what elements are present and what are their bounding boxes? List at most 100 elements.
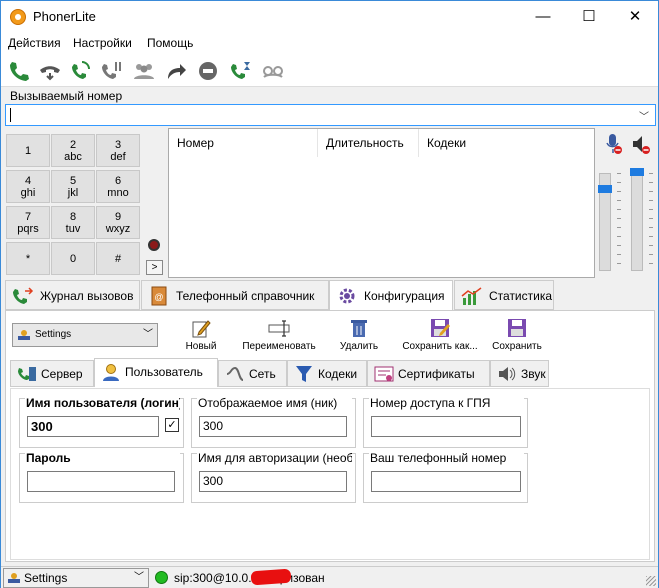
status-profile-select[interactable]: Settings ﹀	[3, 568, 149, 588]
keypad-digit: 5	[69, 175, 77, 187]
tab-sound[interactable]: Звук	[490, 360, 549, 387]
redaction-mark	[250, 568, 292, 586]
minimize-button[interactable]: —	[520, 1, 566, 32]
profile-select[interactable]: Settings ﹀	[12, 323, 158, 347]
tab-call-log[interactable]: Журнал вызовов	[5, 280, 140, 310]
save-profile-label: Сохранить	[492, 341, 542, 352]
dial-number-input[interactable]: ﹀	[5, 104, 656, 126]
rename-profile-button[interactable]: Переименовать	[239, 317, 319, 357]
tab-server-label: Сервер	[41, 367, 83, 381]
keypad-expand-button[interactable]: >	[146, 260, 163, 275]
statistics-chart-icon	[461, 287, 482, 305]
status-bar: Settings ﹀ sip:300@10.0. авторизован	[1, 566, 658, 588]
delete-profile-button[interactable]: Удалить	[319, 317, 399, 357]
calls-list[interactable]: Номер Длительность Кодеки	[168, 128, 595, 278]
keypad-key-3[interactable]: 3 def	[96, 134, 140, 167]
column-codecs[interactable]: Кодеки	[419, 129, 595, 157]
keypad-key-9[interactable]: 9 wxyz	[96, 206, 140, 239]
forward-icon[interactable]	[164, 59, 188, 83]
chevron-down-icon: ﹀	[134, 572, 144, 583]
microphone-mute-icon[interactable]	[603, 133, 623, 155]
username-checkbox[interactable]: ✓	[165, 418, 179, 432]
keypad-key-6[interactable]: 6 mno	[96, 170, 140, 203]
hold-call-icon[interactable]	[100, 59, 124, 83]
keypad-digit: 3	[114, 139, 122, 151]
chevron-down-icon[interactable]: ﹀	[639, 108, 649, 123]
speaker-mute-icon[interactable]	[631, 133, 651, 155]
column-number[interactable]: Номер	[169, 129, 318, 157]
tab-network[interactable]: Сеть	[218, 360, 287, 387]
resize-grip[interactable]	[646, 576, 656, 586]
keypad-key-star[interactable]: *	[6, 242, 50, 275]
auth-name-field[interactable]: 300	[199, 471, 347, 492]
speaker-volume-thumb[interactable]	[630, 168, 644, 176]
record-icon[interactable]	[148, 239, 160, 251]
maximize-button[interactable]: ☐	[566, 1, 612, 32]
new-profile-button[interactable]: Новый	[161, 317, 241, 357]
display-name-field[interactable]: 300	[199, 416, 347, 437]
user-icon	[103, 364, 119, 381]
keypad-digit: 0	[69, 253, 77, 265]
privacy-icon[interactable]	[261, 59, 285, 83]
keypad-key-8[interactable]: 8 tuv	[51, 206, 95, 239]
keypad-key-hash[interactable]: #	[96, 242, 140, 275]
transfer-call-icon[interactable]	[69, 59, 93, 83]
menu-actions[interactable]: Действия	[8, 36, 61, 50]
app-logo-icon	[10, 9, 26, 25]
window-title: PhonerLite	[33, 9, 96, 24]
conference-icon[interactable]	[132, 59, 156, 83]
tab-certificates[interactable]: Сертификаты	[367, 360, 490, 387]
save-profile-button[interactable]: Сохранить	[477, 317, 557, 357]
tab-phonebook-label: Телефонный справочник	[176, 289, 315, 303]
tab-codecs[interactable]: Кодеки	[287, 360, 367, 387]
keypad-letters: tuv	[65, 223, 81, 235]
tab-server[interactable]: Сервер	[10, 360, 94, 387]
call-toolbar	[1, 54, 658, 87]
password-field[interactable]	[27, 471, 175, 492]
gear-icon	[339, 288, 355, 304]
column-duration[interactable]: Длительность	[318, 129, 419, 157]
registration-status-text: sip:300@10.0. авторизован	[174, 571, 325, 585]
speaker-icon	[499, 367, 516, 381]
phone-number-field[interactable]	[371, 471, 521, 492]
username-field[interactable]: 300	[27, 416, 159, 437]
keypad-key-1[interactable]: 1	[6, 134, 50, 167]
tab-statistics[interactable]: Статистика	[454, 280, 554, 310]
wait-call-icon[interactable]	[229, 59, 253, 83]
keypad-key-7[interactable]: 7 pqrs	[6, 206, 50, 239]
rename-icon	[268, 320, 290, 337]
tab-phonebook[interactable]: @ Телефонный справочник	[141, 280, 329, 310]
keypad-letters: abc	[64, 151, 82, 163]
keypad-digit: 1	[24, 145, 32, 157]
speaker-volume-ticks	[649, 173, 653, 271]
hangup-icon[interactable]	[38, 59, 62, 83]
username-label: Имя пользователя (логин)	[25, 396, 180, 410]
rename-profile-label: Переименовать	[242, 341, 316, 352]
microphone-volume-thumb[interactable]	[598, 185, 612, 193]
tab-statistics-label: Статистика	[489, 289, 553, 303]
title-bar: PhonerLite — ☐ ✕	[1, 1, 658, 32]
keypad-key-2[interactable]: 2 abc	[51, 134, 95, 167]
keypad-key-0[interactable]: 0	[51, 242, 95, 275]
save-as-profile-button[interactable]: Сохранить как...	[396, 317, 484, 357]
close-button[interactable]: ✕	[612, 1, 658, 32]
tab-configuration[interactable]: Конфигурация	[329, 280, 453, 311]
save-as-icon	[431, 319, 450, 337]
tab-configuration-label: Конфигурация	[364, 289, 445, 303]
tab-user[interactable]: Пользователь	[94, 358, 218, 387]
keypad-key-5[interactable]: 5 jkl	[51, 170, 95, 203]
dial-number-label: Вызываемый номер	[10, 89, 123, 103]
delete-profile-label: Удалить	[339, 341, 379, 352]
username-group: Имя пользователя (логин) 300 ✓	[19, 396, 184, 448]
keypad-digit: 4	[24, 175, 32, 187]
server-icon	[18, 367, 36, 381]
menu-settings[interactable]: Настройки	[73, 36, 132, 50]
keypad-key-4[interactable]: 4 ghi	[6, 170, 50, 203]
menu-help[interactable]: Помощь	[147, 36, 193, 50]
call-icon[interactable]	[7, 59, 31, 83]
speaker-volume-slider[interactable]	[631, 173, 643, 271]
chevron-down-icon: ﹀	[143, 329, 153, 340]
stop-icon[interactable]	[196, 59, 220, 83]
svg-text:@: @	[154, 292, 163, 302]
gateway-number-field[interactable]	[371, 416, 521, 437]
